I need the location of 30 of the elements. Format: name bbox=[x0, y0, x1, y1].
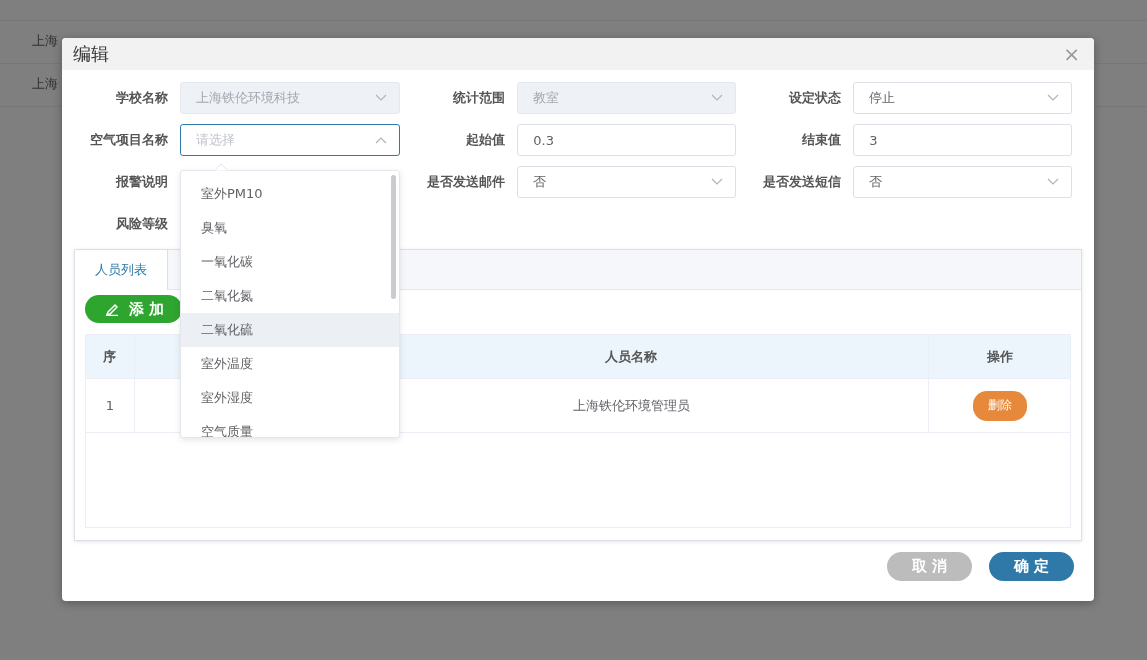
field-label: 是否发送短信 bbox=[762, 173, 843, 191]
column-header: 操作 bbox=[985, 347, 1014, 366]
select-field[interactable]: 否 bbox=[517, 166, 736, 198]
field-label: 结束值 bbox=[801, 131, 843, 149]
field-label: 空气项目名称 bbox=[89, 131, 169, 149]
select-field[interactable]: 否 bbox=[853, 166, 1072, 198]
select-field[interactable]: 停止 bbox=[853, 82, 1072, 114]
confirm-button[interactable]: 确 定 bbox=[989, 552, 1074, 581]
dialog-title: 编辑 bbox=[73, 42, 109, 66]
table-cell: 1 bbox=[86, 379, 135, 432]
column-header: 序 bbox=[86, 335, 135, 378]
field-label: 风险等级 bbox=[115, 215, 169, 233]
scrollbar[interactable] bbox=[391, 175, 396, 299]
table-cell: 上海 bbox=[32, 32, 58, 50]
dropdown-option[interactable]: 二氧化氮 bbox=[181, 279, 399, 313]
field-label: 是否发送邮件 bbox=[426, 173, 507, 191]
field-label: 学校名称 bbox=[115, 89, 169, 107]
dropdown-option[interactable]: 臭氧 bbox=[181, 211, 399, 245]
tab[interactable]: 人员列表 bbox=[75, 250, 168, 290]
input-field[interactable]: 0.3 bbox=[517, 124, 736, 156]
field-label: 报警说明 bbox=[114, 173, 169, 191]
input-field[interactable]: 3 bbox=[853, 124, 1072, 156]
field-label: 起始值 bbox=[465, 131, 507, 149]
dropdown-option[interactable]: 一氧化碳 bbox=[181, 245, 399, 279]
field-label: 设定状态 bbox=[788, 89, 843, 107]
dropdown-option[interactable]: 二氧化硫 bbox=[181, 313, 399, 347]
pencil-icon bbox=[105, 302, 119, 316]
dropdown-option[interactable]: 室外PM10 bbox=[181, 177, 399, 211]
field-label: 统计范围 bbox=[452, 89, 507, 107]
table-cell: 上海 bbox=[32, 75, 58, 93]
